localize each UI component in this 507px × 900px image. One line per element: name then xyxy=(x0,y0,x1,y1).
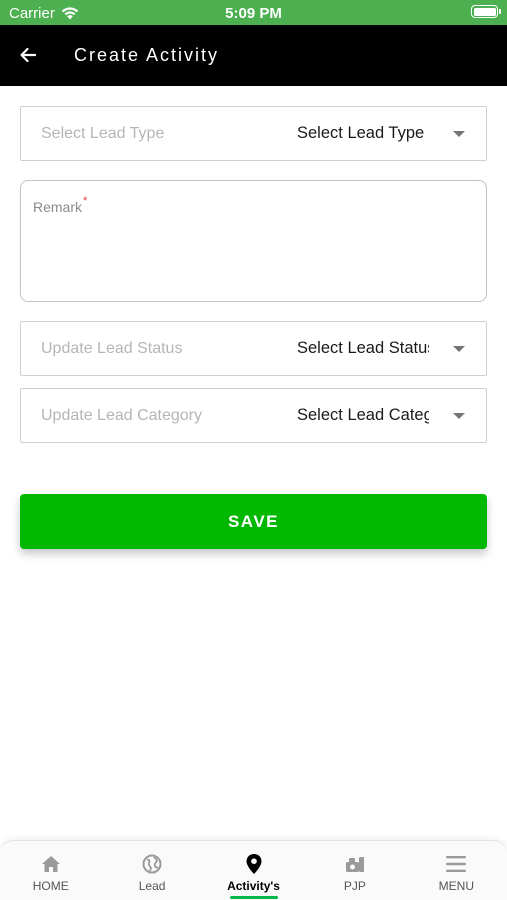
nav-item-home[interactable]: HOME xyxy=(0,841,101,900)
lead-status-dropdown[interactable]: Update Lead Status Select Lead Status xyxy=(20,321,487,376)
home-icon xyxy=(41,856,60,872)
lead-category-dropdown[interactable]: Update Lead Category Select Lead Categor… xyxy=(20,388,487,443)
location-pin-icon xyxy=(246,854,262,874)
status-time: 5:09 PM xyxy=(225,5,282,22)
arrow-left-icon xyxy=(20,47,37,63)
nav-label-pjp: PJP xyxy=(343,879,366,893)
nav-label-home: HOME xyxy=(32,879,69,893)
app-header: Create Activity xyxy=(0,25,507,86)
nav-item-activity[interactable]: Activity's xyxy=(203,841,304,900)
nav-label-menu: MENU xyxy=(438,879,474,893)
back-button[interactable] xyxy=(12,39,44,71)
globe-icon xyxy=(142,854,162,874)
lead-status-label: Update Lead Status xyxy=(41,340,183,357)
remark-label: Remark xyxy=(33,199,83,215)
status-bar: Carrier 5:09 PM xyxy=(0,0,507,25)
lead-status-value: Select Lead Status xyxy=(297,339,429,357)
nav-item-pjp[interactable]: PJP xyxy=(304,841,405,900)
caret-down-icon xyxy=(453,346,465,352)
remark-field[interactable]: Remark * xyxy=(20,180,487,302)
nav-label-lead: Lead xyxy=(138,879,166,893)
lead-type-dropdown[interactable]: Select Lead Type Select Lead Type xyxy=(20,106,487,161)
lead-type-value: Select Lead Type xyxy=(297,124,425,142)
lead-type-label: Select Lead Type xyxy=(41,125,165,142)
required-mark: * xyxy=(83,195,88,207)
caret-down-icon xyxy=(453,131,465,137)
menu-icon xyxy=(446,856,467,872)
lead-category-label: Update Lead Category xyxy=(41,407,202,424)
caret-down-icon xyxy=(453,413,465,419)
active-tab-indicator xyxy=(229,896,278,899)
lead-category-value: Select Lead Category xyxy=(297,406,429,424)
battery-icon xyxy=(471,5,501,18)
page-title: Create Activity xyxy=(74,45,220,65)
nav-item-menu[interactable]: MENU xyxy=(406,841,507,900)
save-button[interactable]: SAVE xyxy=(20,494,487,549)
pjp-icon xyxy=(345,857,364,872)
nav-item-lead[interactable]: Lead xyxy=(101,841,202,900)
nav-label-activity: Activity's xyxy=(227,879,280,893)
bottom-nav: HOME Lead Activity's PJP MENU xyxy=(0,840,507,900)
